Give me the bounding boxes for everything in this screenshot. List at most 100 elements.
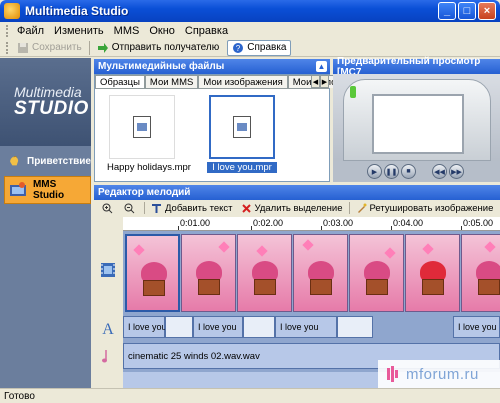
image-track <box>123 231 500 314</box>
tab-scroll-left-icon[interactable]: ◀ <box>311 75 320 88</box>
tick-label: 0:05.00 <box>463 218 494 228</box>
zoom-out-button[interactable] <box>120 201 142 215</box>
toolbar-grip <box>6 41 9 54</box>
menu-mms[interactable]: MMS <box>109 25 145 37</box>
menu-file[interactable]: Файл <box>12 25 49 37</box>
status-bar: Готово <box>0 388 500 403</box>
image-frame[interactable] <box>349 234 404 312</box>
zoom-out-icon <box>124 203 135 213</box>
text-clip[interactable]: I love you <box>453 316 500 338</box>
pause-icon[interactable]: ❚❚ <box>384 164 399 179</box>
text-track: I love you I love you I love you I love … <box>123 314 500 340</box>
menu-help[interactable]: Справка <box>180 25 233 37</box>
title-bar: Multimedia Studio _ □ × <box>0 0 500 22</box>
phone-preview: ▶ ❚❚ ■ ◀◀ ▶▶ <box>333 74 500 182</box>
text-icon <box>152 203 161 213</box>
text-clip[interactable]: I love you <box>275 316 337 338</box>
play-icon[interactable]: ▶ <box>367 164 382 179</box>
maximize-button[interactable]: □ <box>458 2 476 20</box>
zoom-in-button[interactable] <box>98 201 120 215</box>
file-name: I love you.mpr <box>207 162 277 173</box>
image-frame[interactable] <box>125 234 180 312</box>
tab-scroll: ◀ ▶ <box>311 75 329 88</box>
file-name: Happy holidays.mpr <box>107 162 191 173</box>
toolbar-separator <box>88 40 90 55</box>
minimize-button[interactable]: _ <box>438 2 456 20</box>
tick-line <box>321 226 322 230</box>
menu-edit[interactable]: Изменить <box>49 25 109 37</box>
editor-header: Редактор мелодий <box>94 185 500 200</box>
file-item-selected[interactable]: I love you.mpr <box>207 95 277 175</box>
svg-text:A: A <box>102 321 114 337</box>
add-text-label: Добавить текст <box>165 202 233 214</box>
text-clip-empty[interactable] <box>337 316 373 338</box>
text-clip[interactable]: I love you <box>193 316 243 338</box>
watermark: mforum.ru <box>378 360 500 388</box>
tick-label: 0:01.00 <box>180 218 211 228</box>
editor-toolbar: Добавить текст Удалить выделение Ретушир… <box>94 200 500 216</box>
text-clip[interactable]: I love you <box>123 316 167 338</box>
document-icon <box>233 116 251 138</box>
file-thumbnail <box>109 95 175 159</box>
collapse-arrow-icon[interactable]: ▲ <box>316 61 327 72</box>
send-button[interactable]: Отправить получателю <box>93 40 224 56</box>
file-item[interactable]: Happy holidays.mpr <box>107 95 191 175</box>
stop-icon[interactable]: ■ <box>401 164 416 179</box>
watermark-text: mforum.ru <box>406 365 479 383</box>
forward-icon[interactable]: ▶▶ <box>449 164 464 179</box>
files-panel-header: Мультимедийные файлы ▲ <box>94 59 330 74</box>
delete-icon <box>241 203 251 213</box>
retouch-image-button[interactable]: Ретушировать изображение <box>352 201 498 215</box>
music-note-icon <box>102 350 107 363</box>
text-track-icon: A <box>102 321 114 337</box>
welcome-icon <box>10 155 19 166</box>
tick-line <box>461 226 462 230</box>
image-frame[interactable] <box>293 234 348 312</box>
tick-label: 0:02.00 <box>253 218 284 228</box>
tick-label: 0:03.00 <box>323 218 354 228</box>
menu-bar: Файл Изменить MMS Окно Справка <box>0 22 500 39</box>
send-arrow-icon <box>97 42 108 53</box>
phone-screen <box>372 94 464 154</box>
nav-mms-studio-label: MMS Studio <box>32 179 65 201</box>
save-label: Сохранить <box>32 42 82 53</box>
app-icon <box>4 3 20 19</box>
image-frame[interactable] <box>461 234 500 312</box>
send-label: Отправить получателю <box>111 42 220 53</box>
logo-studio: STUDIO <box>14 98 89 119</box>
rewind-icon[interactable]: ◀◀ <box>432 164 447 179</box>
tab-my-images[interactable]: Мои изображения <box>198 75 288 88</box>
files-panel: Образцы Мои MMS Мои изображения Мои мело… <box>94 74 353 182</box>
save-button[interactable]: Сохранить <box>13 40 86 56</box>
files-panel-title: Мультимедийные файлы <box>98 61 225 72</box>
add-text-button[interactable]: Добавить текст <box>147 201 237 215</box>
image-frame[interactable] <box>405 234 460 312</box>
main-toolbar: Сохранить Отправить получателю ? Справка <box>0 39 500 57</box>
text-clip-empty[interactable] <box>165 316 193 338</box>
mms-studio-icon <box>9 182 26 196</box>
image-frame[interactable] <box>181 234 236 312</box>
tab-my-mms[interactable]: Мои MMS <box>144 75 199 88</box>
help-button[interactable]: ? Справка <box>227 39 292 56</box>
tick-line <box>178 226 179 230</box>
image-frame[interactable] <box>237 234 292 312</box>
tick-label: 0:04.00 <box>393 218 424 228</box>
phone-frame <box>343 79 491 161</box>
text-clip-empty[interactable] <box>243 316 275 338</box>
nav-welcome-label: Приветствие <box>27 155 91 167</box>
zoom-in-icon <box>102 203 113 213</box>
player-controls: ▶ ❚❚ ■ ◀◀ ▶▶ <box>333 161 500 182</box>
nav-item-mms-studio[interactable]: MMS Studio <box>4 176 91 204</box>
nav-item-welcome[interactable]: Приветствие <box>4 147 91 175</box>
save-icon <box>18 42 28 53</box>
delete-selection-label: Удалить выделение <box>254 202 343 214</box>
tab-samples[interactable]: Образцы <box>95 75 145 88</box>
studio-logo: Multimedia STUDIO <box>0 58 91 146</box>
tab-scroll-right-icon[interactable]: ▶ <box>320 75 329 88</box>
editor-separator <box>348 202 350 214</box>
close-button[interactable]: × <box>478 2 496 20</box>
menu-window[interactable]: Окно <box>144 25 180 37</box>
timeline-ruler: 0:01.00 0:02.00 0:03.00 0:04.00 0:05.00 <box>123 217 500 231</box>
retouch-image-label: Ретушировать изображение <box>369 202 494 214</box>
delete-selection-button[interactable]: Удалить выделение <box>237 201 347 215</box>
